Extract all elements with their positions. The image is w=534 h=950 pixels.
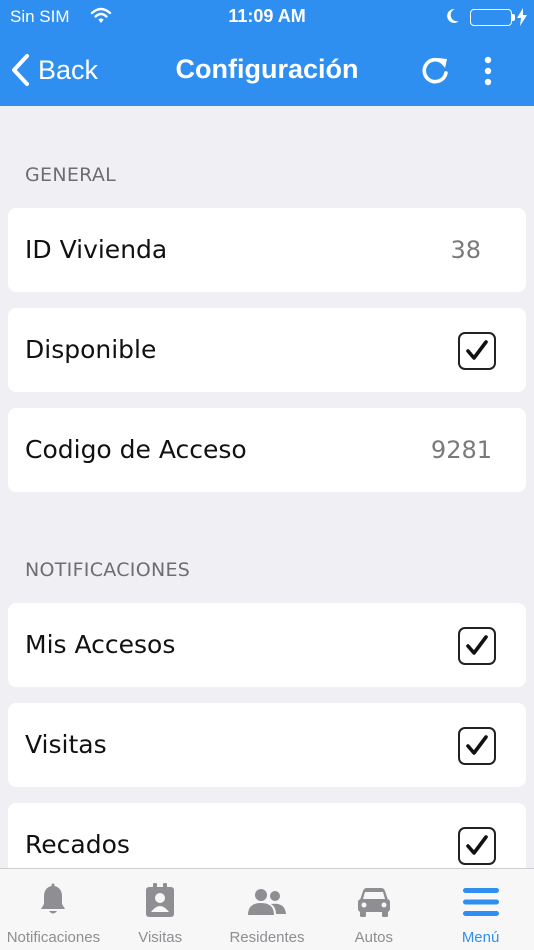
tab-label: Menú: [461, 929, 500, 946]
tab-label: Notificaciones: [6, 929, 101, 946]
row-label: Codigo de Acceso: [25, 435, 247, 464]
menu-icon: [462, 887, 499, 921]
chevron-left-icon: [12, 54, 29, 86]
people-icon: [247, 887, 287, 921]
tab-label: Autos: [354, 929, 393, 946]
row-codigo-acceso: Codigo de Acceso 9281: [8, 408, 526, 492]
more-options-button[interactable]: [476, 54, 500, 88]
row-mis-accesos[interactable]: Mis Accesos: [8, 603, 526, 687]
tab-autos[interactable]: Autos: [320, 869, 427, 950]
tab-bar: Notificaciones Visitas Residentes Autos …: [0, 868, 534, 950]
moon-icon: [445, 7, 461, 30]
bell-icon: [38, 883, 68, 921]
row-label: Disponible: [25, 335, 157, 364]
checkmark-icon: [466, 340, 488, 360]
battery-tip: [512, 14, 515, 21]
recados-checkbox[interactable]: [458, 827, 496, 865]
car-icon: [356, 887, 392, 923]
back-button[interactable]: Back: [10, 52, 98, 88]
refresh-icon: [422, 57, 448, 84]
more-vertical-icon: [484, 56, 492, 86]
row-disponible[interactable]: Disponible: [8, 308, 526, 392]
row-value: 9281: [430, 436, 492, 464]
checkmark-icon: [466, 835, 488, 855]
row-visitas[interactable]: Visitas: [8, 703, 526, 787]
row-label: Recados: [25, 830, 130, 859]
row-label: Visitas: [25, 730, 107, 759]
row-value: 38: [450, 236, 481, 264]
charging-bolt-icon: [516, 8, 528, 31]
checkmark-icon: [466, 735, 488, 755]
battery-icon: [470, 9, 512, 26]
row-id-vivienda: ID Vivienda 38: [8, 208, 526, 292]
tab-notificaciones[interactable]: Notificaciones: [0, 869, 107, 950]
tab-visitas[interactable]: Visitas: [107, 869, 214, 950]
section-header-notificaciones: NOTIFICACIONES: [25, 559, 191, 581]
disponible-checkbox[interactable]: [458, 332, 496, 370]
visitas-checkbox[interactable]: [458, 727, 496, 765]
tab-label: Visitas: [138, 929, 183, 946]
tab-label: Residentes: [229, 929, 305, 946]
refresh-button[interactable]: [418, 54, 452, 88]
tab-menu[interactable]: Menú: [427, 869, 534, 950]
checkmark-icon: [466, 635, 488, 655]
back-button-label: Back: [38, 54, 99, 85]
settings-list[interactable]: GENERAL ID Vivienda 38 Disponible Codigo…: [0, 106, 534, 868]
tab-residentes[interactable]: Residentes: [214, 869, 321, 950]
status-bar: Sin SIM 11:09 AM: [0, 0, 534, 34]
mis-accesos-checkbox[interactable]: [458, 627, 496, 665]
row-label: Mis Accesos: [25, 630, 176, 659]
row-recados[interactable]: Recados: [8, 803, 526, 868]
row-label: ID Vivienda: [25, 235, 168, 264]
section-header-general: GENERAL: [25, 164, 117, 186]
badge-icon: [144, 883, 176, 923]
navigation-bar: Back Configuración: [0, 34, 534, 106]
